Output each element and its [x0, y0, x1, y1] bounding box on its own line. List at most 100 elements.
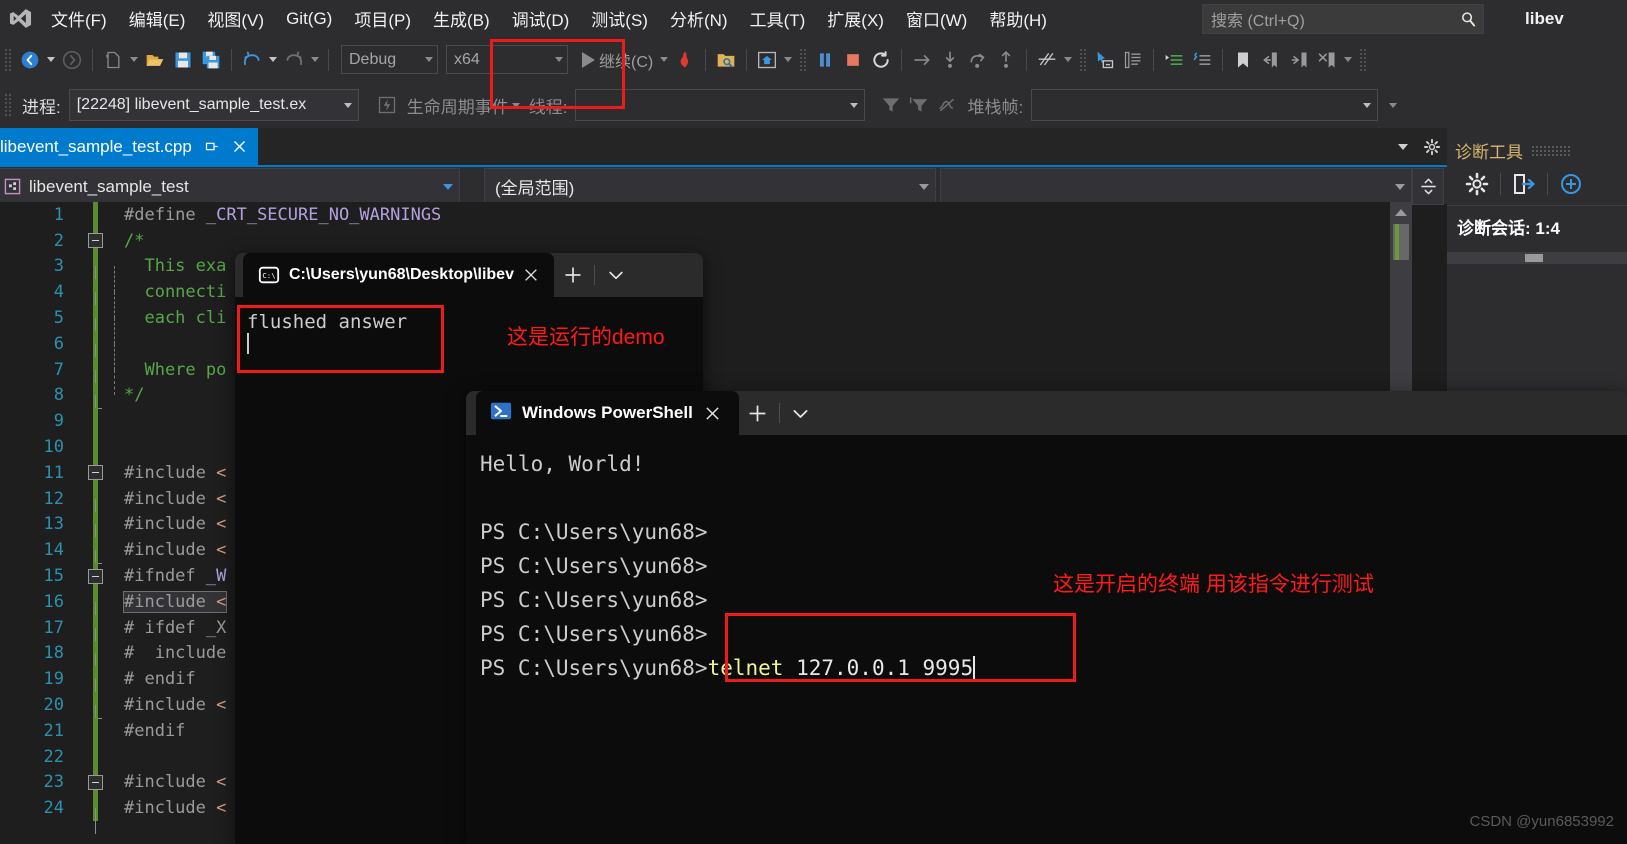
close-tab-icon[interactable] — [232, 139, 248, 154]
previous-bookmark-icon[interactable] — [1257, 45, 1285, 75]
step-into-icon[interactable] — [936, 45, 964, 75]
filter-icon[interactable] — [877, 90, 905, 120]
redo-dropdown-icon[interactable] — [308, 45, 322, 75]
debug-toolbar-overflow-icon[interactable] — [1386, 90, 1400, 120]
code-line[interactable]: 5 each cli — [0, 305, 1412, 344]
menu-item-debug[interactable]: 调试(D) — [501, 0, 581, 37]
toggle-bookmark-icon[interactable] — [1229, 45, 1257, 75]
terminal-dropdown-icon[interactable] — [782, 391, 820, 435]
fold-column[interactable] — [84, 774, 106, 790]
fold-column[interactable] — [84, 568, 106, 584]
menu-item-file[interactable]: 文件(F) — [40, 0, 118, 37]
new-item-icon[interactable] — [99, 45, 127, 75]
terminal-dropdown-icon[interactable] — [597, 253, 635, 297]
step-out-icon[interactable] — [992, 45, 1020, 75]
debug-toolbar-grip-handle[interactable] — [799, 47, 809, 72]
quick-actions-icon[interactable] — [1091, 45, 1119, 75]
gear-icon[interactable] — [1419, 128, 1445, 165]
lifecycle-events-icon[interactable] — [373, 90, 401, 120]
pin-tab-icon[interactable] — [204, 139, 220, 154]
collapse-icon[interactable] — [87, 465, 103, 481]
powershell-body[interactable]: Hello, World! PS C:\Users\yun68> PS C:\U… — [466, 435, 1627, 844]
bookmarks-overflow-icon[interactable] — [1341, 45, 1355, 75]
step-over-icon[interactable] — [908, 45, 936, 75]
navigate-backward-dropdown-icon[interactable] — [44, 45, 58, 75]
clear-bookmarks-icon[interactable] — [1313, 45, 1341, 75]
code-line[interactable]: 6 — [0, 330, 1412, 370]
text-editor-toolbar-grip-handle[interactable] — [1079, 47, 1089, 72]
collapse-icon[interactable] — [87, 774, 103, 790]
break-all-icon[interactable] — [811, 45, 839, 75]
stop-debugging-icon[interactable] — [839, 45, 867, 75]
zoom-reset-icon[interactable] — [1551, 163, 1591, 205]
navigate-backward-icon[interactable] — [16, 45, 44, 75]
menu-item-edit[interactable]: 编辑(E) — [118, 0, 197, 37]
save-icon[interactable] — [169, 45, 197, 75]
solution-platform-dropdown[interactable]: x64 — [446, 45, 568, 74]
toolbar-overflow-grip-handle[interactable] — [1359, 47, 1369, 72]
comment-selection-icon[interactable] — [1119, 45, 1147, 75]
thread-dropdown[interactable] — [575, 89, 866, 121]
menu-item-test[interactable]: 测试(S) — [580, 0, 659, 37]
export-report-icon[interactable] — [1504, 163, 1544, 205]
powershell-tab[interactable]: Windows PowerShell — [476, 391, 739, 435]
close-tab-icon[interactable] — [693, 405, 733, 422]
powershell-command-line[interactable]: PS C:\Users\yun68>telnet 127.0.0.1 9995 — [480, 651, 1627, 685]
menu-item-view[interactable]: 视图(V) — [196, 0, 275, 37]
menu-item-build[interactable]: 生成(B) — [422, 0, 501, 37]
member-dropdown[interactable] — [940, 168, 1412, 205]
code-line[interactable]: 2 /* — [0, 227, 1412, 254]
toolbar-grip-handle[interactable] — [4, 47, 13, 72]
search-input[interactable]: 搜索 (Ctrl+Q) — [1202, 4, 1484, 34]
next-bookmark-icon[interactable] — [1285, 45, 1313, 75]
continue-dropdown-icon[interactable] — [657, 45, 671, 75]
undo-dropdown-icon[interactable] — [266, 45, 280, 75]
increase-indent-icon[interactable] — [1160, 45, 1188, 75]
menu-item-extensions[interactable]: 扩展(X) — [816, 0, 895, 37]
process-dropdown[interactable]: [22248] libevent_sample_test.ex — [68, 89, 359, 121]
show-threads-icon[interactable] — [933, 90, 961, 120]
live-share-dropdown-icon[interactable] — [781, 45, 795, 75]
new-tab-icon[interactable] — [554, 253, 592, 297]
code-line[interactable]: 1 #define _CRT_SECURE_NO_WARNINGS — [0, 202, 1412, 228]
debug-location-grip-handle[interactable] — [4, 93, 13, 117]
diagnostic-panel-grip-handle[interactable] — [1531, 144, 1571, 157]
code-line[interactable]: 7 Where po — [0, 356, 1412, 396]
decrease-indent-icon[interactable] — [1188, 45, 1216, 75]
scrollbar-thumb[interactable] — [1525, 254, 1543, 262]
hot-reload-icon[interactable] — [671, 45, 699, 75]
menu-item-window[interactable]: 窗口(W) — [895, 0, 978, 37]
diagnostic-horizontal-scrollbar[interactable] — [1447, 252, 1627, 264]
split-editor-icon[interactable] — [1412, 168, 1444, 205]
save-all-icon[interactable] — [197, 45, 225, 75]
fold-column[interactable] — [84, 465, 106, 481]
scroll-up-icon[interactable] — [1390, 202, 1412, 222]
undo-icon[interactable] — [238, 45, 266, 75]
fold-column[interactable] — [84, 233, 106, 249]
menu-item-project[interactable]: 项目(P) — [343, 0, 422, 37]
new-item-dropdown-icon[interactable] — [127, 45, 141, 75]
project-dropdown[interactable]: libevent_sample_test — [0, 168, 460, 205]
menu-item-git[interactable]: Git(G) — [275, 0, 343, 37]
menu-item-analyze[interactable]: 分析(N) — [659, 0, 739, 37]
navigate-forward-icon[interactable] — [58, 45, 86, 75]
restart-debugging-icon[interactable] — [867, 45, 895, 75]
code-style-icon[interactable] — [1033, 45, 1061, 75]
scope-dropdown[interactable]: (全局范围) — [484, 168, 936, 205]
code-style-dropdown-icon[interactable] — [1061, 45, 1075, 75]
diagnostic-settings-gear-icon[interactable] — [1457, 163, 1497, 205]
menu-item-help[interactable]: 帮助(H) — [978, 0, 1058, 37]
step-over-arc-icon[interactable] — [964, 45, 992, 75]
solution-configuration-dropdown[interactable]: Debug — [341, 45, 438, 74]
stackframe-dropdown[interactable] — [1031, 89, 1379, 121]
search-folder-icon[interactable] — [712, 45, 740, 75]
open-file-icon[interactable] — [141, 45, 169, 75]
live-share-home-icon[interactable] — [753, 45, 781, 75]
document-tab-active[interactable]: libevent_sample_test.cpp — [0, 128, 258, 165]
lifecycle-events-dropdown-icon[interactable] — [509, 90, 523, 120]
filter-flagged-icon[interactable] — [905, 90, 933, 120]
close-tab-icon[interactable] — [514, 267, 548, 283]
menu-item-tools[interactable]: 工具(T) — [739, 0, 817, 37]
code-line[interactable]: 4 connecti — [0, 279, 1412, 319]
continue-debug-button[interactable]: 继续(C) — [574, 45, 657, 75]
